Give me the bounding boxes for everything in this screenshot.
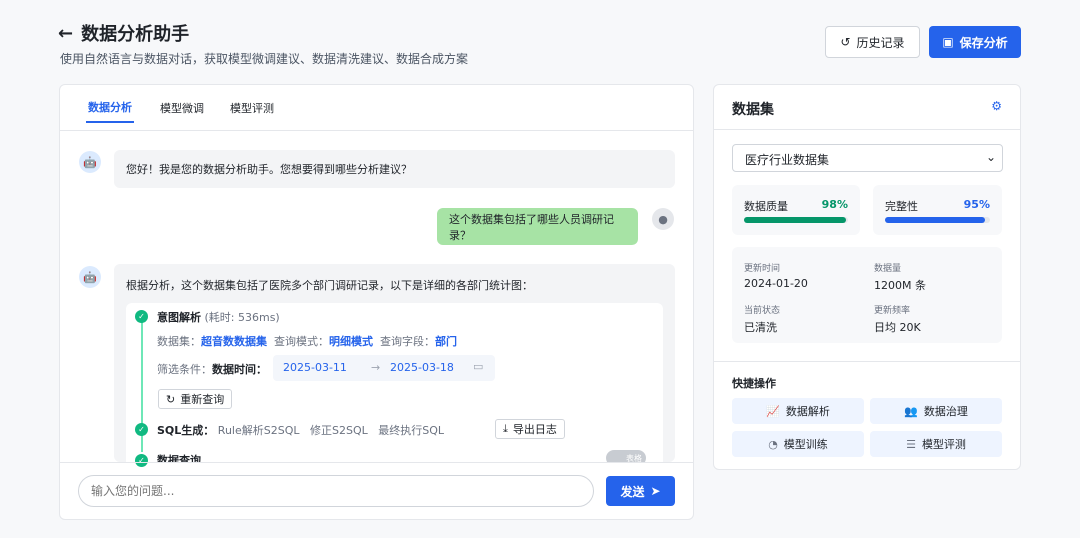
line-chart-icon: 📈 — [766, 404, 780, 418]
save-icon: ▣ — [942, 35, 954, 49]
refresh-icon: ↻ — [166, 392, 176, 406]
check-icon: ✓ — [135, 454, 148, 467]
dataset-info: 更新时间 2024-01-20 数据量 1200M 条 当前状态 已清洗 更新频… — [732, 247, 1002, 343]
send-icon: ➤ — [650, 484, 661, 498]
sql-step-rule[interactable]: Rule解析S2SQL — [218, 424, 300, 437]
bot-message: 您好！我是您的数据分析助手。您想要得到哪些分析建议？ — [114, 150, 675, 188]
history-icon: ↺ — [840, 35, 851, 49]
page-title: ← 数据分析助手 — [58, 22, 190, 46]
save-analysis-button[interactable]: ▣ 保存分析 — [929, 26, 1021, 58]
completeness-stat: 完整性 95% — [873, 185, 1002, 235]
chevron-down-icon: ⌄ — [985, 150, 996, 164]
bot-avatar-icon: 🤖 — [79, 266, 101, 288]
download-icon: ⤓ — [503, 422, 508, 435]
tab-data-analysis[interactable]: 数据分析 — [86, 93, 134, 123]
pie-chart-icon: ◔ — [768, 437, 778, 451]
list-icon: ☰ — [906, 437, 916, 451]
quick-model-eval-button[interactable]: ☰ 模型评测 — [870, 431, 1002, 457]
tab-finetune[interactable]: 模型微调 — [160, 100, 204, 116]
check-icon: ✓ — [135, 423, 148, 436]
bot-avatar-icon: 🤖 — [79, 151, 101, 173]
send-button[interactable]: 发送 ➤ — [606, 476, 675, 506]
date-range-picker[interactable]: 2025-03-11 → 2025-03-18 ▭ — [273, 355, 495, 381]
history-button[interactable]: ↺ 历史记录 — [825, 26, 920, 58]
quick-data-parse-button[interactable]: 📈 数据解析 — [732, 398, 864, 424]
quick-model-train-button[interactable]: ◔ 模型训练 — [732, 431, 864, 457]
question-input[interactable] — [78, 475, 594, 507]
dataset-panel: 数据集 ⚙ 医疗行业数据集 ⌄ 数据质量 98% 完整性 95% 更新时间 202… — [713, 84, 1021, 470]
quality-stat: 数据质量 98% — [732, 185, 860, 235]
requery-button[interactable]: ↻ 重新查询 — [158, 389, 233, 409]
export-log-button[interactable]: ⤓ 导出日志 — [495, 419, 565, 439]
users-icon: 👥 — [904, 404, 918, 418]
page-subtitle: 使用自然语言与数据对话，获取模型微调建议、数据清洗建议、数据合成方案 — [60, 52, 469, 66]
tab-eval[interactable]: 模型评测 — [230, 100, 274, 116]
dataset-link[interactable]: 超音数数据集 — [201, 335, 267, 348]
settings-gear-icon[interactable]: ⚙ — [991, 99, 1002, 113]
user-message: 这个数据集包括了哪些人员调研记录？ — [437, 208, 638, 245]
calendar-icon: ▭ — [473, 360, 484, 373]
tab-bar: 数据分析 模型微调 模型评测 — [60, 85, 693, 131]
table-toggle[interactable]: 表格 — [606, 450, 646, 462]
dataset-select[interactable]: 医疗行业数据集 ⌄ — [732, 144, 1003, 172]
quick-data-govern-button[interactable]: 👥 数据治理 — [870, 398, 1002, 424]
user-avatar-icon: ● — [652, 208, 674, 230]
back-arrow-icon[interactable]: ← — [58, 23, 73, 44]
check-icon: ✓ — [135, 310, 148, 323]
